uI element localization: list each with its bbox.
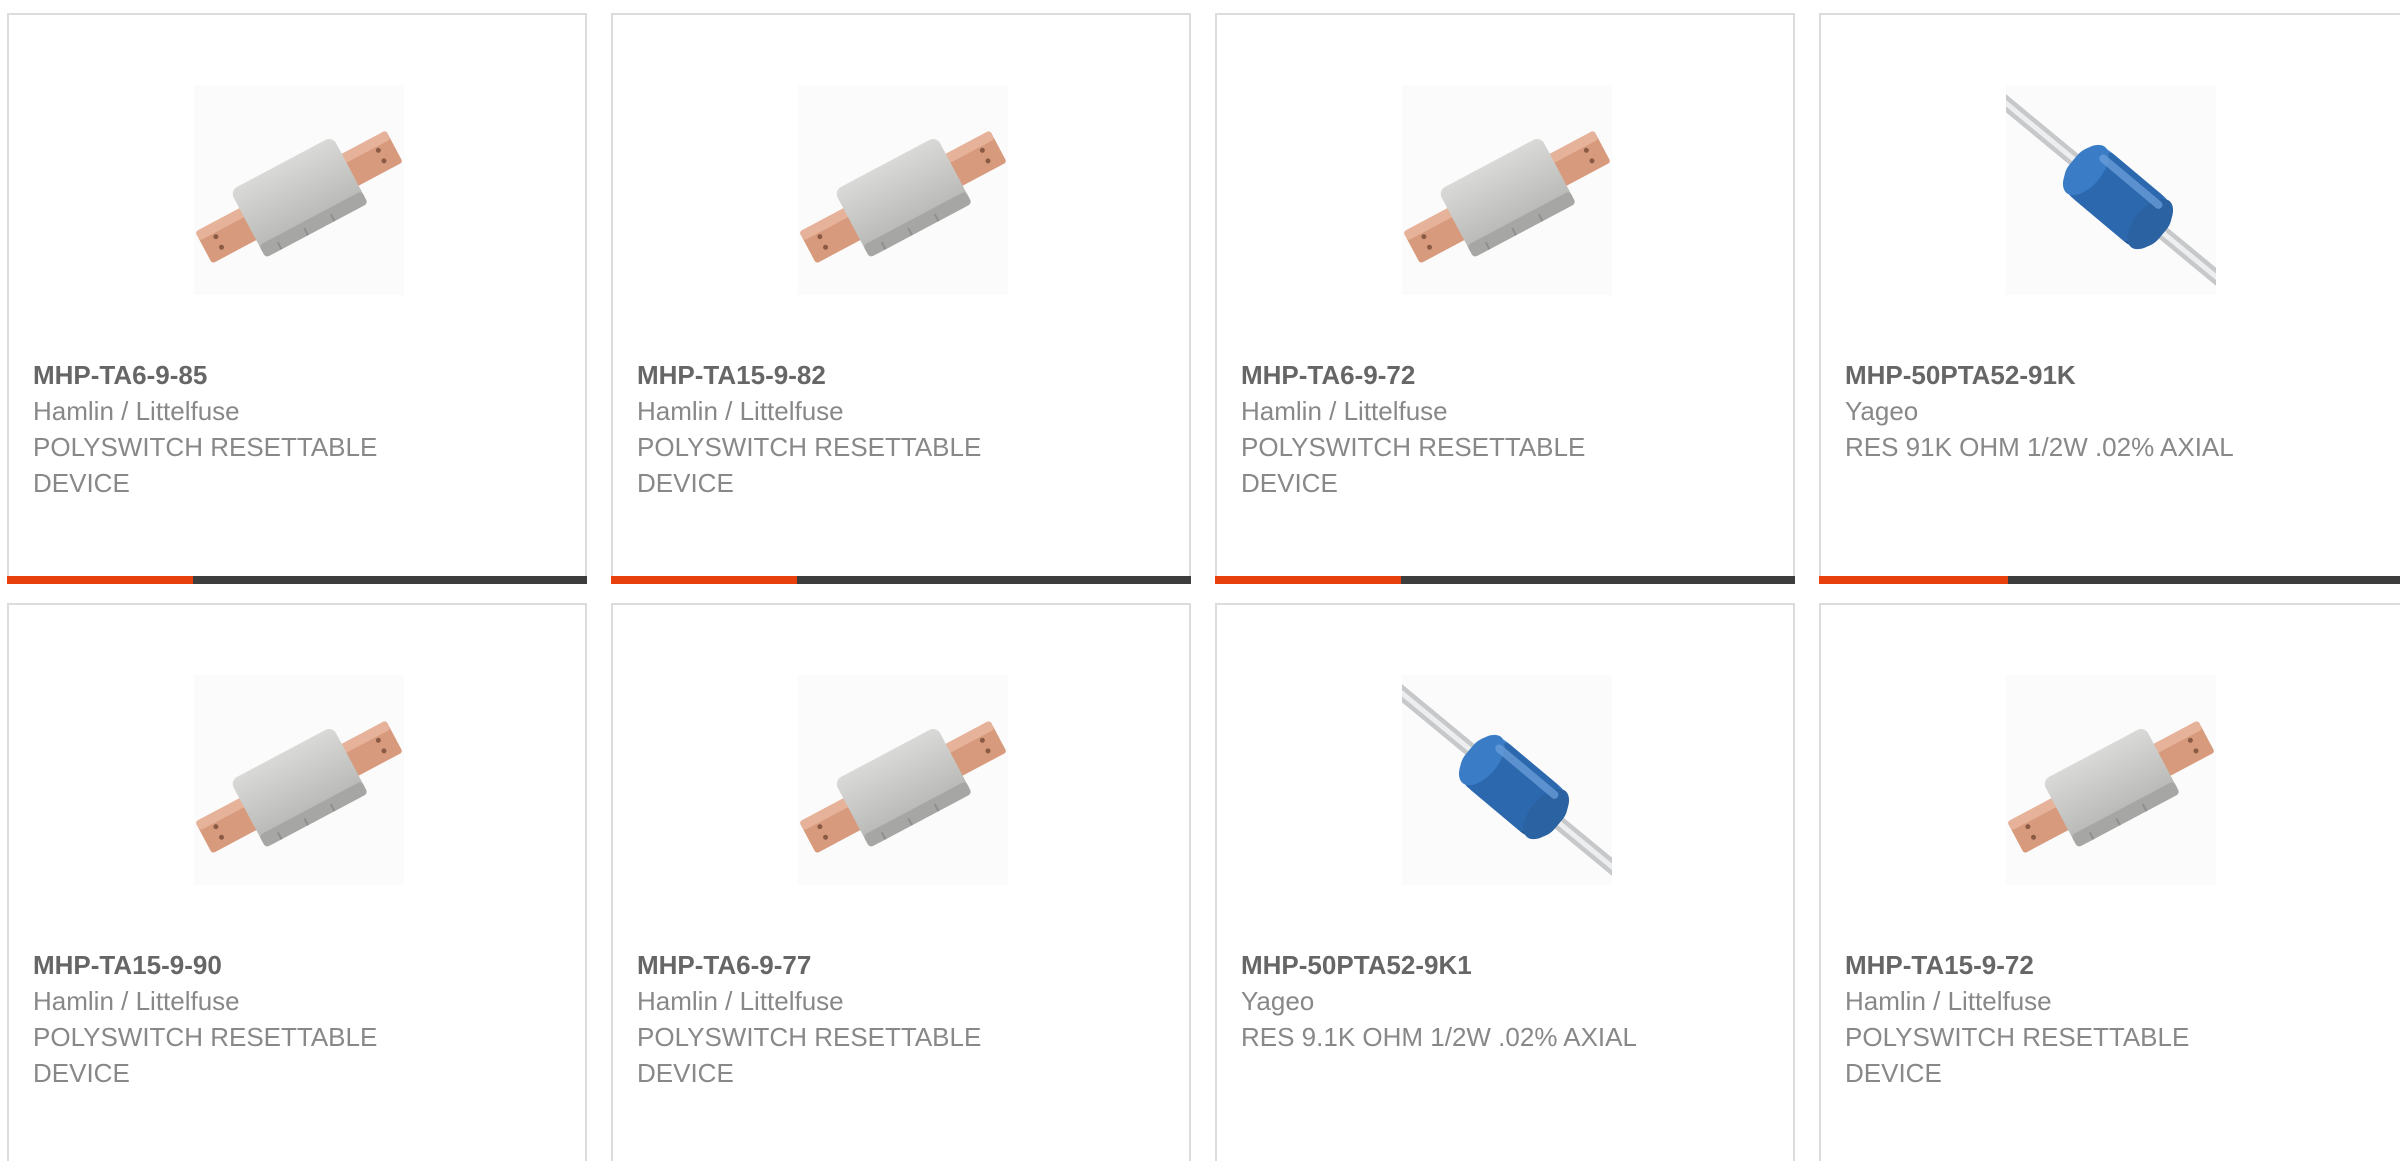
- part-number[interactable]: MHP-TA15-9-90: [33, 947, 453, 983]
- resettable-fuse-icon: [1402, 85, 1612, 295]
- resettable-fuse-icon: [2006, 675, 2216, 885]
- card-bar: [1215, 576, 1795, 584]
- part-number[interactable]: MHP-TA15-9-82: [637, 357, 1057, 393]
- resettable-fuse-icon: [194, 675, 404, 885]
- product-card[interactable]: MHP-TA15-9-90 Hamlin / Littelfuse POLYSW…: [7, 603, 587, 1161]
- product-card[interactable]: MHP-50PTA52-91K Yageo RES 91K OHM 1/2W .…: [1819, 13, 2400, 584]
- part-number[interactable]: MHP-TA6-9-77: [637, 947, 1057, 983]
- part-number[interactable]: MHP-50PTA52-9K1: [1241, 947, 1661, 983]
- resettable-fuse-icon: [798, 85, 1008, 295]
- description: RES 9.1K OHM 1/2W .02% AXIAL: [1241, 1022, 1637, 1052]
- card-bar-accent: [7, 576, 193, 584]
- description: POLYSWITCH RESETTABLE DEVICE: [637, 1022, 982, 1088]
- product-card[interactable]: MHP-50PTA52-9K1 Yageo RES 9.1K OHM 1/2W …: [1215, 603, 1795, 1161]
- axial-resistor-icon: [2006, 85, 2216, 295]
- card-bar-accent: [1819, 576, 2008, 584]
- product-info: MHP-TA15-9-82 Hamlin / Littelfuse POLYSW…: [637, 357, 1057, 501]
- manufacturer: Yageo: [1845, 396, 1919, 426]
- product-card[interactable]: MHP-TA15-9-82 Hamlin / Littelfuse POLYSW…: [611, 13, 1191, 584]
- description: POLYSWITCH RESETTABLE DEVICE: [1241, 432, 1586, 498]
- manufacturer: Hamlin / Littelfuse: [33, 986, 240, 1016]
- manufacturer: Hamlin / Littelfuse: [637, 986, 844, 1016]
- product-info: MHP-TA15-9-72 Hamlin / Littelfuse POLYSW…: [1845, 947, 2265, 1091]
- card-bar: [611, 576, 1191, 584]
- part-number[interactable]: MHP-50PTA52-91K: [1845, 357, 2265, 393]
- manufacturer: Hamlin / Littelfuse: [1241, 396, 1448, 426]
- product-info: MHP-TA6-9-85 Hamlin / Littelfuse POLYSWI…: [33, 357, 453, 501]
- card-bar-accent: [611, 576, 797, 584]
- description: POLYSWITCH RESETTABLE DEVICE: [1845, 1022, 2190, 1088]
- product-grid: MHP-TA6-9-85 Hamlin / Littelfuse POLYSWI…: [0, 0, 2400, 1161]
- manufacturer: Yageo: [1241, 986, 1315, 1016]
- product-info: MHP-TA6-9-72 Hamlin / Littelfuse POLYSWI…: [1241, 357, 1661, 501]
- product-card[interactable]: MHP-TA6-9-85 Hamlin / Littelfuse POLYSWI…: [7, 13, 587, 584]
- description: RES 91K OHM 1/2W .02% AXIAL: [1845, 432, 2234, 462]
- product-card[interactable]: MHP-TA6-9-72 Hamlin / Littelfuse POLYSWI…: [1215, 13, 1795, 584]
- description: POLYSWITCH RESETTABLE DEVICE: [33, 1022, 378, 1088]
- manufacturer: Hamlin / Littelfuse: [33, 396, 240, 426]
- product-info: MHP-50PTA52-91K Yageo RES 91K OHM 1/2W .…: [1845, 357, 2265, 465]
- resettable-fuse-icon: [194, 85, 404, 295]
- part-number[interactable]: MHP-TA6-9-72: [1241, 357, 1661, 393]
- manufacturer: Hamlin / Littelfuse: [1845, 986, 2052, 1016]
- product-card[interactable]: MHP-TA15-9-72 Hamlin / Littelfuse POLYSW…: [1819, 603, 2400, 1161]
- description: POLYSWITCH RESETTABLE DEVICE: [637, 432, 982, 498]
- axial-resistor-icon: [1402, 675, 1612, 885]
- product-info: MHP-TA15-9-90 Hamlin / Littelfuse POLYSW…: [33, 947, 453, 1091]
- manufacturer: Hamlin / Littelfuse: [637, 396, 844, 426]
- part-number[interactable]: MHP-TA15-9-72: [1845, 947, 2265, 983]
- product-card[interactable]: MHP-TA6-9-77 Hamlin / Littelfuse POLYSWI…: [611, 603, 1191, 1161]
- card-bar: [1819, 576, 2400, 584]
- description: POLYSWITCH RESETTABLE DEVICE: [33, 432, 378, 498]
- product-info: MHP-50PTA52-9K1 Yageo RES 9.1K OHM 1/2W …: [1241, 947, 1661, 1055]
- part-number[interactable]: MHP-TA6-9-85: [33, 357, 453, 393]
- card-bar: [7, 576, 587, 584]
- card-bar-accent: [1215, 576, 1401, 584]
- product-info: MHP-TA6-9-77 Hamlin / Littelfuse POLYSWI…: [637, 947, 1057, 1091]
- resettable-fuse-icon: [798, 675, 1008, 885]
